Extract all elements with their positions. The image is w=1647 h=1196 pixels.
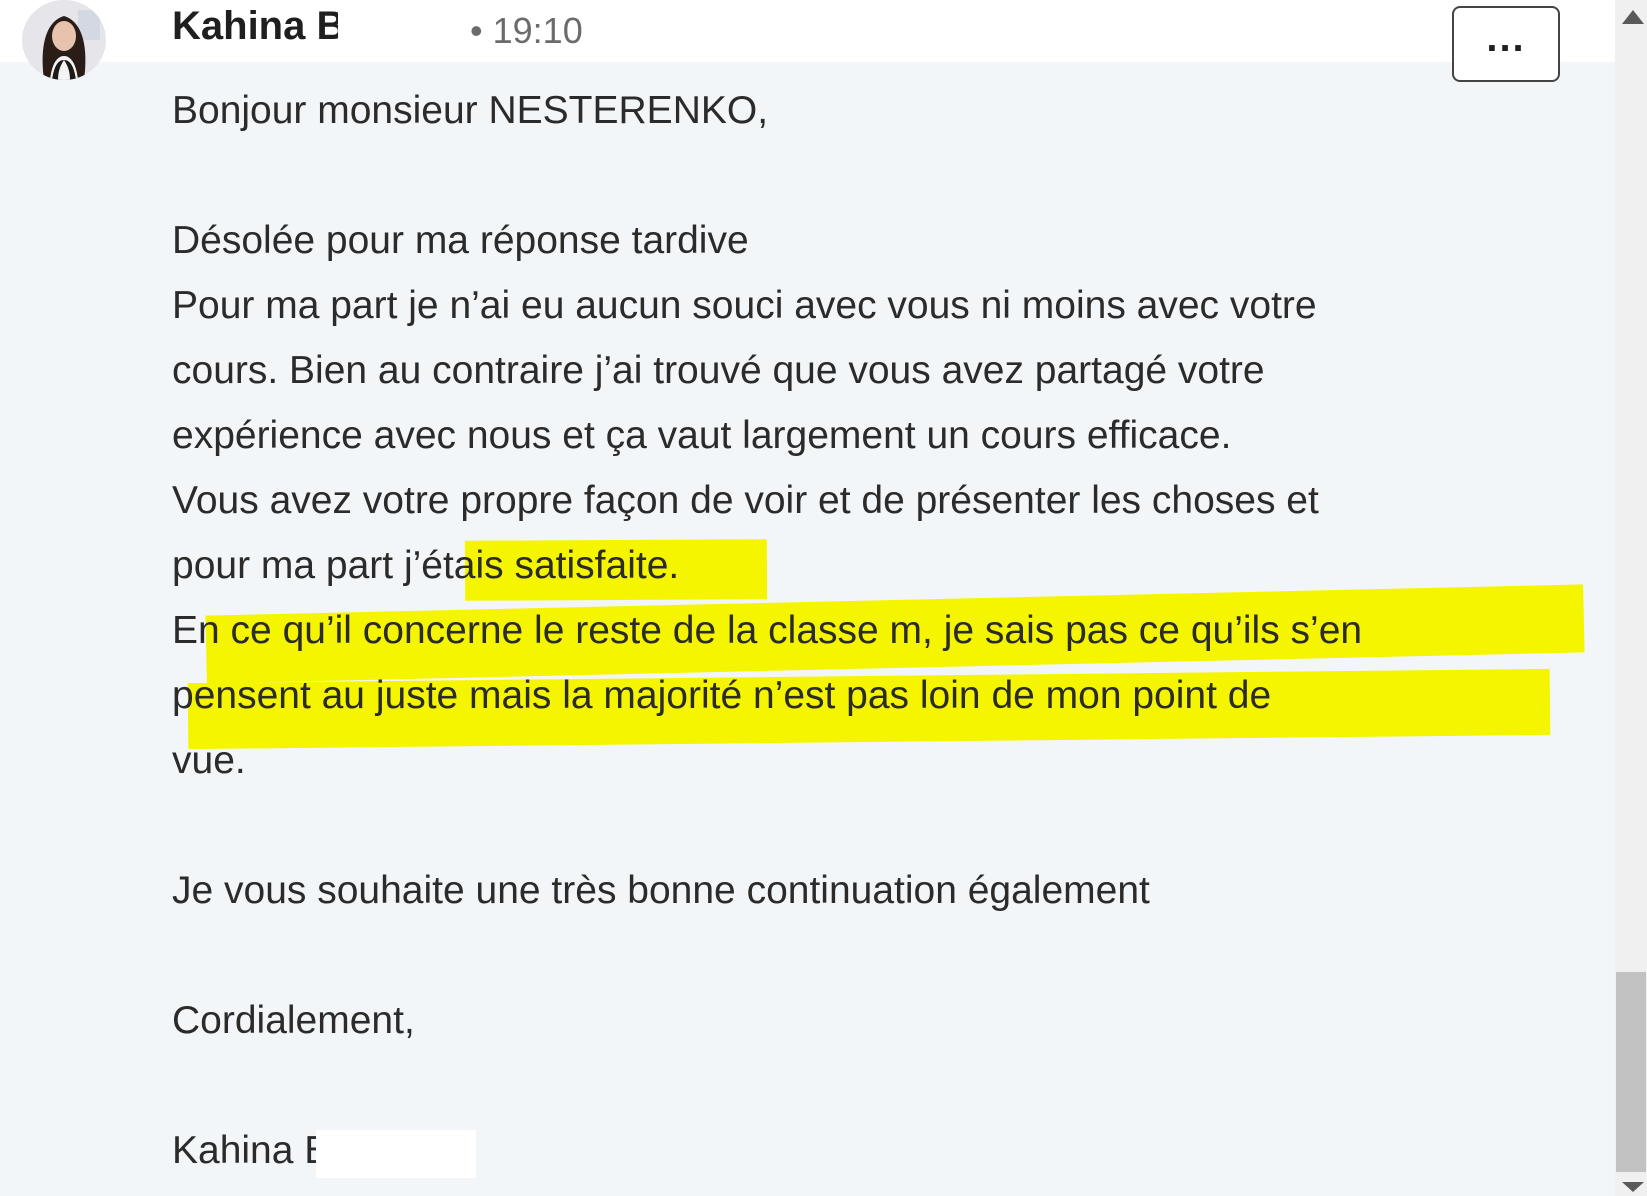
message-line: vue. (172, 739, 246, 782)
message-line: Bonjour monsieur NESTERENKO, (172, 89, 769, 132)
message-line: pour ma part j’étais satisfaite. (172, 544, 680, 587)
message-line: Vous avez votre propre façon de voir et … (172, 479, 1319, 522)
message-line: cours. Bien au contraire j’ai trouvé que… (172, 349, 1265, 392)
message-line: pensent au juste mais la majorité n’est … (172, 674, 1272, 717)
message-line: expérience avec nous et ça vaut largemen… (172, 414, 1232, 457)
avatar-photo (22, 0, 106, 80)
sender-name[interactable]: Kahina B (172, 4, 345, 49)
redaction-block (316, 1130, 476, 1178)
message-line: Désolée pour ma réponse tardive (172, 219, 749, 262)
signature-line: Kahina B (172, 1129, 331, 1172)
message-line: Je vous souhaite une très bonne continua… (172, 869, 1150, 912)
more-options-icon: ... (1486, 16, 1526, 60)
more-options-button[interactable]: ... (1452, 6, 1560, 82)
timestamp-time: 19:10 (492, 10, 583, 51)
avatar-icon[interactable] (22, 0, 106, 80)
message-line: En ce qu’il concerne le reste de la clas… (172, 609, 1363, 652)
scroll-up-arrow-icon[interactable] (1622, 10, 1644, 24)
timestamp-separator: • (470, 10, 483, 51)
scroll-down-arrow-icon[interactable] (1622, 1182, 1644, 1192)
redaction-block (338, 6, 462, 52)
scrollbar-thumb[interactable] (1616, 972, 1646, 1172)
message-timestamp: • 19:10 (470, 10, 583, 52)
message-line: Pour ma part je n’ai eu aucun souci avec… (172, 284, 1317, 327)
message-line: Cordialement, (172, 999, 415, 1042)
